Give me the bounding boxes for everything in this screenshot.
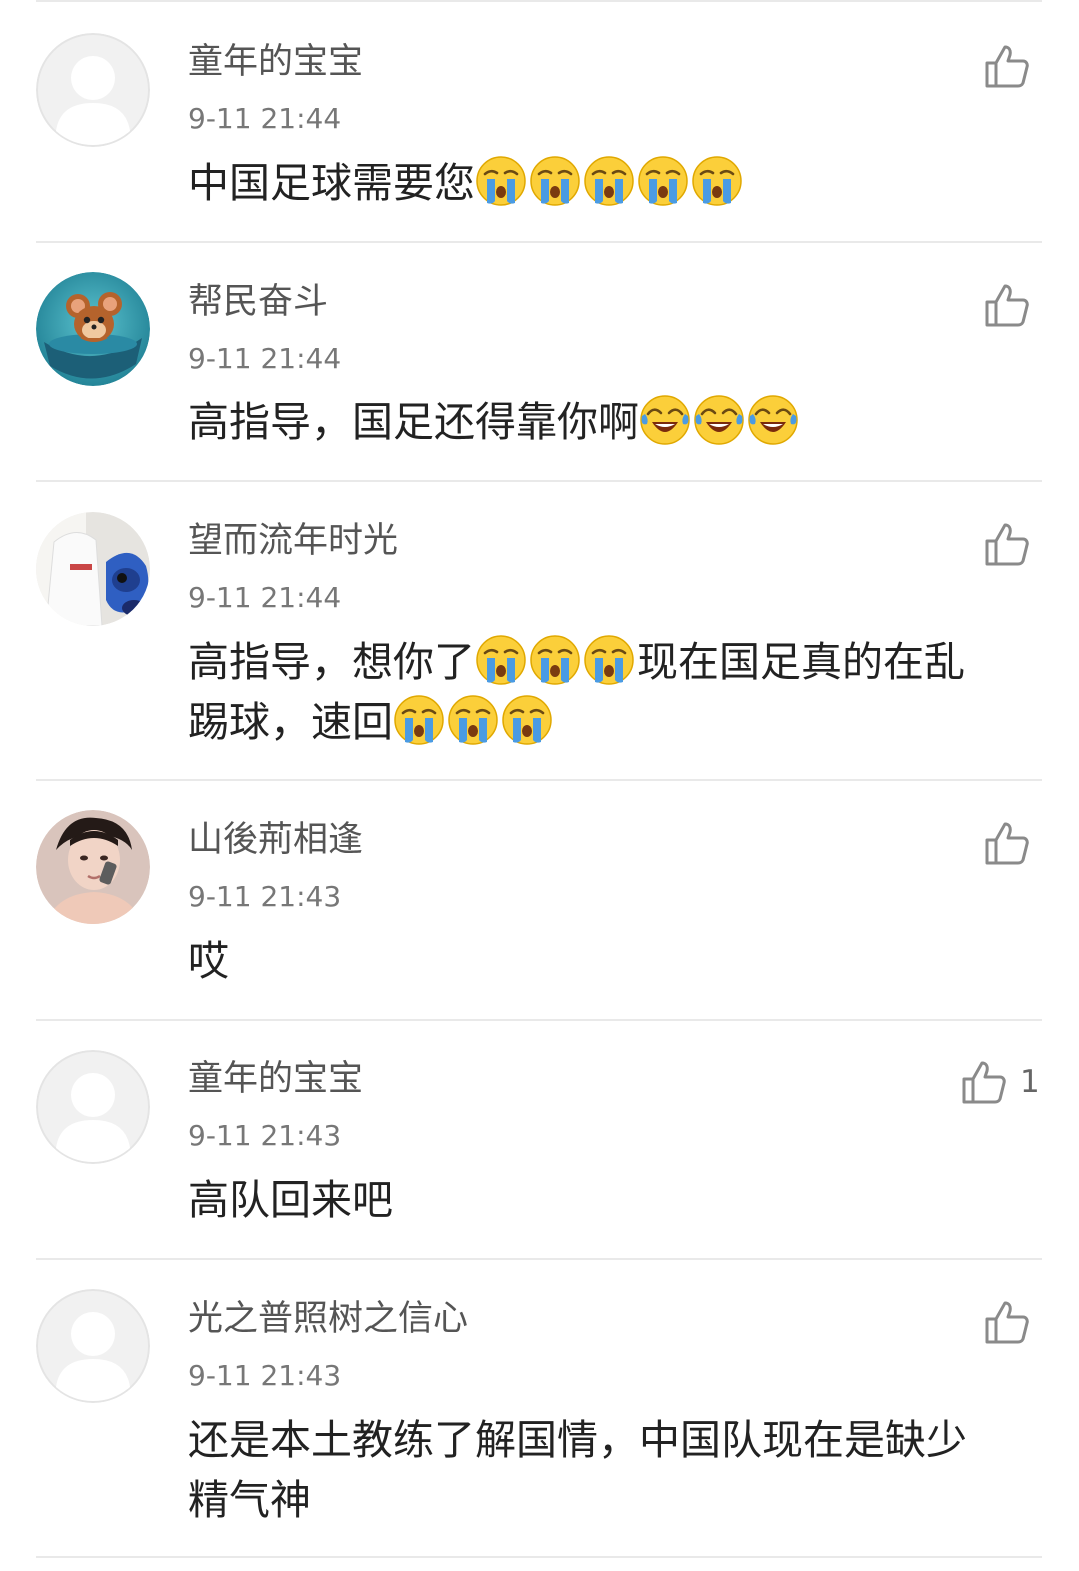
crying-emoji <box>475 634 527 686</box>
avatar[interactable] <box>36 33 150 147</box>
portrait-avatar-icon <box>36 810 150 924</box>
laugh-cry-emoji <box>747 394 799 446</box>
divider <box>36 0 1042 2</box>
photo-avatar-icon <box>36 512 150 626</box>
divider <box>36 1556 1042 1558</box>
thumbs-up-icon <box>983 42 1031 90</box>
divider <box>36 1019 1042 1021</box>
timestamp: 9-11 21:44 <box>188 342 342 375</box>
default-avatar-icon <box>36 1050 150 1164</box>
comment-text: 中国足球需要您 <box>188 153 1048 213</box>
divider <box>36 779 1042 781</box>
crying-emoji <box>637 155 689 207</box>
timestamp: 9-11 21:44 <box>188 102 342 135</box>
like-button[interactable] <box>983 42 1031 90</box>
like-button[interactable] <box>983 1298 1031 1346</box>
username[interactable]: 帮民奋斗 <box>188 280 328 324</box>
username[interactable]: 光之普照树之信心 <box>188 1297 468 1341</box>
comment-text: 高队回来吧 <box>188 1170 1048 1230</box>
timestamp: 9-11 21:43 <box>188 880 342 913</box>
comment-text-part: 高指导，国足还得靠你啊 <box>188 398 639 446</box>
crying-emoji <box>529 634 581 686</box>
default-avatar-icon <box>36 1289 150 1403</box>
comment-text: 哎 <box>188 931 1048 991</box>
comment-text-part: 高队回来吧 <box>188 1176 393 1224</box>
laugh-cry-emoji <box>693 394 745 446</box>
like-button[interactable] <box>983 819 1031 867</box>
comment-text-part: 中国足球需要您 <box>188 159 475 207</box>
username[interactable]: 童年的宝宝 <box>188 1057 363 1101</box>
comment-text-part: 精气神 <box>188 1476 311 1524</box>
comment-text: 高指导，想你了 现在国足真的在乱踢球，速回 <box>188 632 1048 752</box>
comment-text-part: 哎 <box>188 937 229 985</box>
thumbs-up-icon <box>960 1058 1008 1106</box>
thumbs-up-icon <box>983 819 1031 867</box>
thumbs-up-icon <box>983 281 1031 329</box>
default-avatar-icon <box>36 33 150 147</box>
like-count: 1 <box>1020 1064 1040 1100</box>
comment-text: 高指导，国足还得靠你啊 <box>188 392 1048 452</box>
comment-text: 还是本土教练了解国情，中国队现在是缺少 精气神 <box>188 1410 1048 1530</box>
divider <box>36 1258 1042 1260</box>
thumbs-up-icon <box>983 1298 1031 1346</box>
thumbs-up-icon <box>983 520 1031 568</box>
avatar[interactable] <box>36 1289 150 1403</box>
comment-text-part: 高指导，想你了 <box>188 638 475 686</box>
timestamp: 9-11 21:44 <box>188 581 342 614</box>
crying-emoji <box>447 694 499 746</box>
crying-emoji <box>529 155 581 207</box>
like-button[interactable] <box>983 520 1031 568</box>
divider <box>36 480 1042 482</box>
avatar[interactable] <box>36 1050 150 1164</box>
crying-emoji <box>583 155 635 207</box>
comment-text-part: 还是本土教练了解国情，中国队现在是缺少 <box>188 1416 967 1464</box>
avatar[interactable] <box>36 810 150 924</box>
username[interactable]: 望而流年时光 <box>188 519 398 563</box>
divider <box>36 241 1042 243</box>
crying-emoji <box>501 694 553 746</box>
timestamp: 9-11 21:43 <box>188 1119 342 1152</box>
avatar[interactable] <box>36 272 150 386</box>
username[interactable]: 童年的宝宝 <box>188 40 363 84</box>
avatar[interactable] <box>36 512 150 626</box>
crying-emoji <box>691 155 743 207</box>
username[interactable]: 山後荊相逢 <box>188 818 363 862</box>
crying-emoji <box>393 694 445 746</box>
laugh-cry-emoji <box>639 394 691 446</box>
crying-emoji <box>475 155 527 207</box>
cartoon-mouse-avatar-icon <box>36 272 150 386</box>
timestamp: 9-11 21:43 <box>188 1359 342 1392</box>
like-button[interactable] <box>983 281 1031 329</box>
like-button[interactable]: 1 <box>960 1058 1040 1106</box>
crying-emoji <box>583 634 635 686</box>
comment-text-part: 踢球，速回 <box>188 698 393 746</box>
comment-text-part: 现在国足真的在乱 <box>637 638 965 686</box>
